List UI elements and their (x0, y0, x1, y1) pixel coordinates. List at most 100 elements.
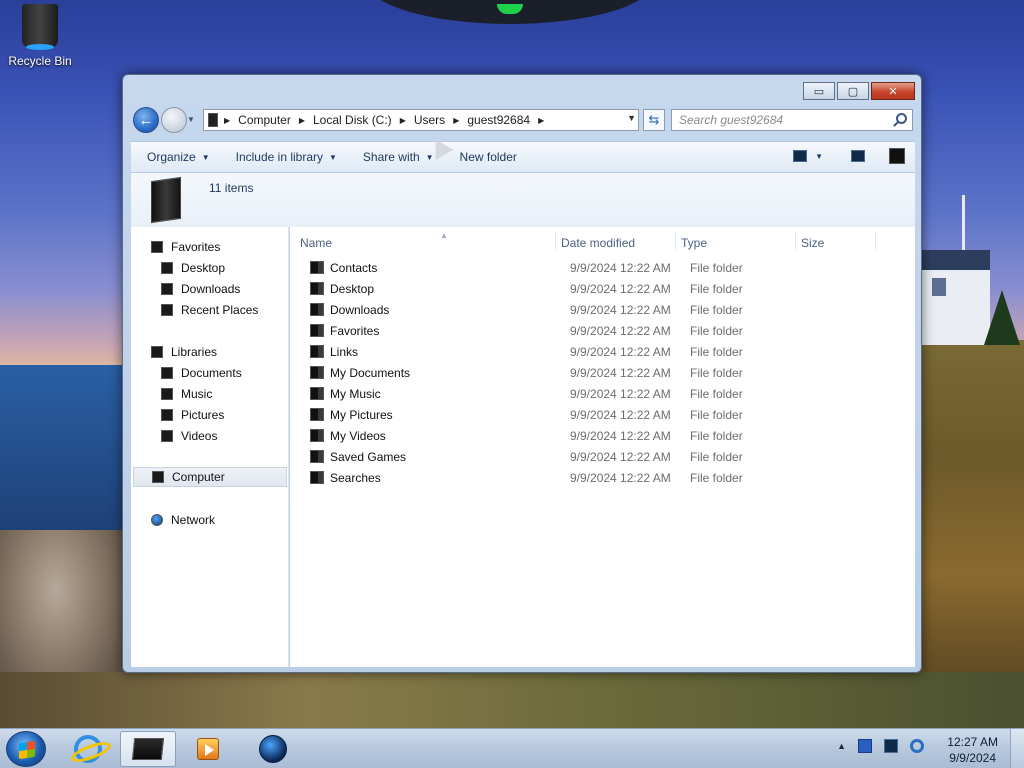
taskbar-internet-explorer[interactable] (60, 731, 116, 767)
column-divider[interactable] (555, 231, 556, 251)
file-row[interactable]: Downloads 9/9/2024 12:22 AM File folder (302, 300, 902, 320)
nav-computer-label: Computer (172, 470, 225, 484)
music-icon (161, 388, 173, 400)
media-player-icon (197, 738, 219, 760)
maximize-icon: ▢ (847, 85, 859, 98)
nav-videos[interactable]: Videos (161, 426, 217, 446)
nav-pictures[interactable]: Pictures (161, 405, 224, 425)
windows-explorer-icon (131, 738, 165, 760)
nav-desktop[interactable]: Desktop (161, 258, 225, 278)
breadcrumb-computer[interactable]: Computer (238, 113, 291, 127)
file-row[interactable]: Saved Games 9/9/2024 12:22 AM File folde… (302, 447, 902, 467)
desktop-gadget (365, 0, 655, 24)
file-name: Searches (330, 471, 381, 485)
volume-icon[interactable] (910, 739, 924, 753)
column-header-name[interactable]: Name ▲ (300, 231, 448, 253)
file-row[interactable]: Searches 9/9/2024 12:22 AM File folder (302, 468, 902, 488)
help-icon[interactable] (889, 148, 905, 164)
file-name: Links (330, 345, 359, 359)
column-date-label: Date modified (561, 236, 636, 250)
file-type: File folder (690, 261, 743, 275)
close-button[interactable]: ✕ (871, 82, 915, 100)
nav-network[interactable]: Network (151, 510, 215, 530)
nav-computer[interactable]: Computer (133, 467, 287, 487)
recent-pages-dropdown[interactable]: ▼ (187, 115, 199, 125)
show-desktop-button[interactable] (1010, 729, 1024, 768)
network-status-icon[interactable] (884, 739, 898, 753)
column-divider[interactable] (675, 231, 676, 251)
folder-icon (310, 408, 324, 421)
new-folder-button[interactable]: New folder (450, 145, 527, 169)
nav-documents[interactable]: Documents (161, 363, 242, 383)
folder-icon (310, 366, 324, 379)
breadcrumb-local-disk[interactable]: Local Disk (C:) (313, 113, 392, 127)
taskbar-media-player[interactable] (180, 731, 236, 767)
maximize-button[interactable]: ▢ (837, 82, 869, 100)
view-options-dropdown-icon[interactable]: ▼ (815, 152, 823, 161)
action-center-flag-icon[interactable] (858, 739, 872, 753)
column-divider[interactable] (795, 231, 796, 251)
taskbar-windows-explorer[interactable] (120, 731, 176, 767)
file-type: File folder (690, 471, 743, 485)
file-row[interactable]: My Pictures 9/9/2024 12:22 AM File folde… (302, 405, 902, 425)
file-date: 9/9/2024 12:22 AM (570, 303, 671, 317)
include-in-library-button[interactable]: Include in library ▼ (226, 145, 347, 169)
column-header-type[interactable]: Type (681, 233, 707, 253)
forward-button[interactable] (161, 107, 187, 133)
file-row[interactable]: Contacts 9/9/2024 12:22 AM File folder (302, 258, 902, 278)
nav-downloads[interactable]: Downloads (161, 279, 240, 299)
taskbar-clock[interactable]: 12:27 AM 9/9/2024 (947, 734, 998, 766)
desktop-icon (161, 262, 173, 274)
navigation-pane: Favorites Desktop Downloads Recent Place… (131, 227, 289, 667)
breadcrumb-arrow-icon[interactable]: ▶ (299, 116, 305, 125)
address-bar[interactable]: ▶ Computer ▶ Local Disk (C:) ▶ Users ▶ g… (203, 109, 639, 131)
file-type: File folder (690, 408, 743, 422)
breadcrumb-arrow-icon[interactable]: ▶ (453, 116, 459, 125)
command-bar: Organize ▼ Include in library ▼ Share with… (131, 141, 915, 173)
minimize-icon: ▭ (813, 85, 825, 98)
nav-libraries[interactable]: Libraries (151, 342, 217, 362)
chevron-down-icon: ▼ (329, 152, 337, 162)
videos-icon (161, 430, 173, 442)
recycle-bin-icon (22, 4, 58, 50)
refresh-button[interactable]: ⇆ (643, 109, 665, 131)
item-count: 11 items (209, 181, 254, 195)
file-row[interactable]: My Videos 9/9/2024 12:22 AM File folder (302, 426, 902, 446)
file-type: File folder (690, 282, 743, 296)
minimize-button[interactable]: ▭ (803, 82, 835, 100)
file-date: 9/9/2024 12:22 AM (570, 324, 671, 338)
show-hidden-icons-icon[interactable]: ▲ (837, 741, 846, 751)
column-divider[interactable] (875, 231, 876, 251)
back-arrow-icon: ← (138, 111, 154, 129)
organize-button[interactable]: Organize ▼ (137, 145, 220, 169)
search-input[interactable] (672, 110, 882, 130)
change-view-icon[interactable] (793, 150, 808, 162)
back-button[interactable]: ← (133, 107, 159, 133)
search-icon[interactable] (896, 113, 907, 124)
recent-places-icon (161, 304, 173, 316)
clock-time: 12:27 AM (947, 735, 998, 749)
file-row[interactable]: My Documents 9/9/2024 12:22 AM File fold… (302, 363, 902, 383)
file-row[interactable]: Favorites 9/9/2024 12:22 AM File folder (302, 321, 902, 341)
file-row[interactable]: Links 9/9/2024 12:22 AM File folder (302, 342, 902, 362)
taskbar-globe-app[interactable] (245, 731, 301, 767)
nav-recent-places[interactable]: Recent Places (161, 300, 258, 320)
preview-pane-icon[interactable] (851, 150, 865, 162)
file-row[interactable]: Desktop 9/9/2024 12:22 AM File folder (302, 279, 902, 299)
breadcrumb-arrow-icon[interactable]: ▶ (538, 116, 544, 125)
breadcrumb-arrow-icon[interactable]: ▶ (224, 116, 230, 125)
address-dropdown-icon[interactable]: ▼ (627, 113, 636, 123)
nav-music[interactable]: Music (161, 384, 212, 404)
column-header-date-modified[interactable]: Date modified (561, 233, 635, 253)
favorites-star-icon (151, 241, 163, 253)
start-button[interactable] (6, 731, 46, 767)
breadcrumb-guest-folder[interactable]: guest92684 (467, 113, 530, 127)
nav-favorites[interactable]: Favorites (151, 237, 220, 257)
file-row[interactable]: My Music 9/9/2024 12:22 AM File folder (302, 384, 902, 404)
breadcrumb-arrow-icon[interactable]: ▶ (400, 116, 406, 125)
column-header-size[interactable]: Size (801, 233, 824, 253)
organize-label: Organize (147, 150, 196, 164)
desktop-icon-recycle-bin[interactable]: Recycle Bin (4, 4, 76, 68)
breadcrumb-users[interactable]: Users (414, 113, 445, 127)
file-name: Favorites (330, 324, 380, 338)
